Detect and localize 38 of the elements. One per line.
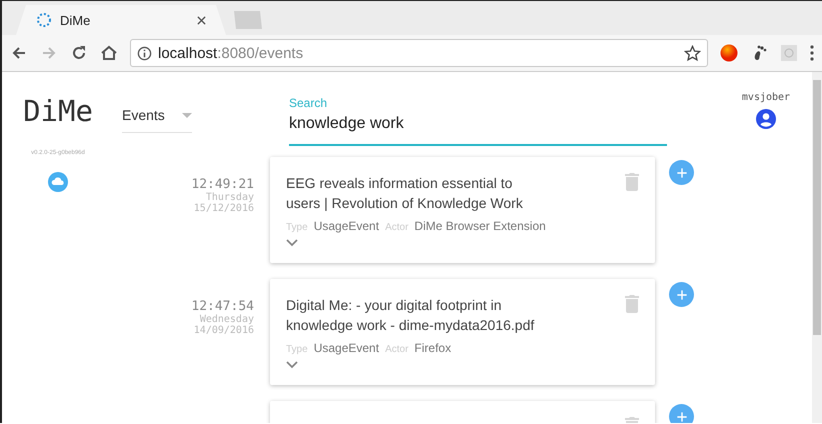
add-button[interactable] — [669, 404, 694, 423]
expand-icon[interactable] — [286, 239, 298, 247]
event-time: 12:47:54 — [191, 299, 254, 314]
event-date: 14/09/2016 — [194, 325, 254, 336]
star-icon[interactable] — [684, 44, 701, 62]
event-weekday: Wednesday — [200, 314, 254, 325]
view-dropdown[interactable]: Events — [122, 105, 192, 133]
username: mvsjober — [742, 92, 790, 103]
menu-icon[interactable] — [810, 45, 814, 61]
extension-icon[interactable] — [720, 44, 738, 62]
actor-value: Firefox — [414, 341, 452, 355]
home-icon[interactable] — [100, 44, 118, 62]
plus-icon — [674, 288, 688, 302]
info-icon[interactable] — [137, 46, 152, 60]
type-value: UsageEvent — [314, 219, 380, 233]
close-icon[interactable] — [197, 16, 206, 24]
browser-tab[interactable]: DiMe — [16, 5, 226, 35]
expand-icon[interactable] — [286, 361, 298, 369]
account-icon[interactable] — [756, 109, 776, 129]
event-date: 15/12/2016 — [194, 203, 254, 214]
spinner-icon — [36, 12, 52, 28]
add-button[interactable] — [669, 282, 694, 307]
event-title[interactable]: Digital Me: - your digital footprint in knowledge work - dime-mydata2016.pdf — [286, 295, 541, 335]
event-time: 12:49:21 — [191, 177, 254, 192]
reload-icon[interactable] — [70, 44, 88, 62]
event-title[interactable]: EEG reveals information essential to users | Revolution of Knowledge Work — [286, 173, 541, 213]
add-button[interactable] — [669, 160, 694, 185]
app-logo: DiMe — [23, 94, 93, 128]
address-bar[interactable]: localhost:8080/events — [130, 39, 708, 67]
url-text: localhost:8080/events — [158, 44, 304, 62]
search-field[interactable]: Search knowledge work — [289, 96, 667, 146]
type-value: UsageEvent — [314, 341, 380, 355]
actor-value: DiMe Browser Extension — [414, 219, 546, 233]
caret-icon — [182, 113, 192, 118]
extension-icon[interactable] — [780, 44, 798, 62]
event-weekday: Thursday — [206, 192, 254, 203]
plus-icon — [674, 166, 688, 180]
cloud-icon[interactable] — [48, 172, 68, 192]
